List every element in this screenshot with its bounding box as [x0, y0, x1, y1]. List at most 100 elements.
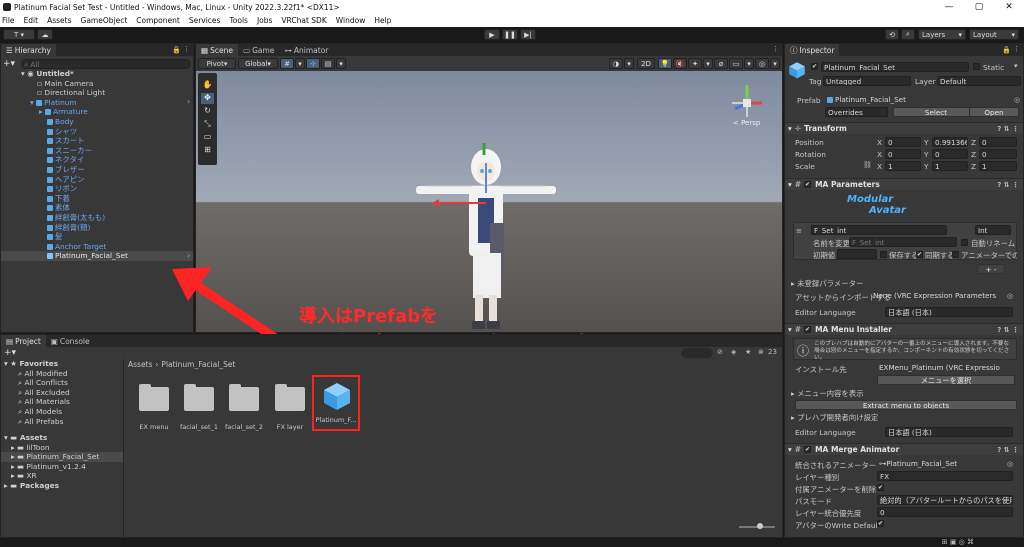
asset-folder[interactable]: ▸ ▬ Platinum_v1.2.4 [11, 462, 86, 472]
transform-header[interactable]: ▾ ✛ Transform ? ⇅ ⋮ [785, 122, 1023, 134]
menu-vrchat-sdk[interactable]: VRChat SDK [281, 16, 326, 25]
dev-settings-foldout[interactable]: ▸ プレハブ開発者向け設定 [791, 412, 878, 423]
component-menu-icon[interactable]: ? ⇅ ⋮ [997, 125, 1019, 133]
orientation-gizmo[interactable]: < Persp [721, 79, 773, 129]
assets-header[interactable]: ▾ ▬ Assets [4, 433, 47, 443]
initial-value-field[interactable] [837, 249, 877, 259]
hierarchy-search-input[interactable]: ⌕ All [21, 58, 191, 69]
gizmos-icon[interactable]: ◎ [755, 58, 769, 69]
delete-attached-checkbox[interactable]: ✔ [877, 484, 884, 491]
position-x-field[interactable]: 0 [885, 137, 921, 147]
component-menu-icon[interactable]: ? ⇅ ⋮ [997, 181, 1019, 189]
object-name-field[interactable]: Platinum_Facial_Set [821, 62, 969, 72]
scale-z-field[interactable]: 1 [979, 161, 1017, 171]
drag-handle-icon[interactable]: ≡ [796, 227, 802, 235]
layer-type-dropdown[interactable]: FX [877, 471, 1013, 481]
menu-file[interactable]: File [2, 16, 15, 25]
prefab-asset-tile[interactable]: Platinum_F... [312, 375, 360, 431]
lock-icon[interactable]: 🔒 [1002, 46, 1011, 54]
minimize-button[interactable]: — [934, 0, 964, 14]
tree-item[interactable]: 下着 [47, 194, 70, 204]
layout-dropdown[interactable]: Layout ▾ [969, 29, 1019, 40]
tab-game[interactable]: ▭ Game [237, 44, 280, 56]
tree-item[interactable]: スカート [47, 136, 85, 146]
component-enabled-checkbox[interactable]: ✔ [804, 326, 812, 333]
animator-only-checkbox[interactable] [952, 251, 959, 258]
breadcrumb-leaf[interactable]: Platinum_Facial_Set [161, 360, 235, 369]
tree-item[interactable]: ブレザー [47, 165, 85, 175]
close-button[interactable]: ✕ [994, 0, 1024, 14]
static-checkbox[interactable] [973, 63, 980, 70]
tree-item[interactable]: ネクタイ [47, 155, 84, 165]
zoom-slider-handle[interactable] [757, 523, 763, 529]
layer-dropdown[interactable]: Default [937, 76, 1021, 86]
component-menu-icon[interactable]: ? ⇅ ⋮ [997, 326, 1019, 334]
hand-tool-icon[interactable]: ✋ [201, 80, 214, 91]
tree-item[interactable]: 絆創膏(太もも) [47, 213, 105, 223]
increment-snap-icon[interactable]: ▤ [321, 58, 335, 69]
effects-icon[interactable]: ✦ [688, 58, 702, 69]
tree-item[interactable]: スニーカー [47, 146, 92, 156]
favorite-item[interactable]: ⌕ All Excluded [18, 388, 70, 398]
lock-icon[interactable]: 🔒 [172, 46, 181, 54]
tree-item[interactable]: ▾ Platinum [30, 98, 77, 108]
position-z-field[interactable]: 0 [979, 137, 1017, 147]
chevron-down-icon[interactable]: ▾ [703, 58, 713, 69]
component-enabled-checkbox[interactable]: ✔ [804, 446, 812, 453]
chevron-down-icon[interactable]: ▾ [1014, 62, 1018, 70]
menu-window[interactable]: Window [336, 16, 366, 25]
link-icon[interactable]: ⛓ [863, 161, 872, 169]
shading-mode-icon[interactable]: ◑ [609, 58, 623, 69]
tab-console[interactable]: ▣ Console [45, 335, 95, 347]
star-filter-icon[interactable]: ★ [745, 348, 751, 356]
favorite-filter-icon[interactable]: ⊘ [717, 348, 723, 356]
label-filter-icon[interactable]: ◈ [731, 348, 736, 356]
audio-icon[interactable]: 🔇 [673, 58, 687, 69]
move-tool-icon[interactable]: ✥ [201, 93, 214, 104]
unregistered-foldout[interactable]: ▸ 未登録パラメーター [791, 278, 863, 289]
hidden-packages-icon[interactable]: ⊗ [758, 348, 764, 356]
animator-field[interactable]: ⊶Platinum_Facial_Set [877, 459, 1005, 469]
tab-hierarchy[interactable]: ☰ Hierarchy [1, 44, 56, 56]
tree-item[interactable]: ▫ Main Camera [37, 79, 93, 89]
menu-tools[interactable]: Tools [229, 16, 247, 25]
favorite-item[interactable]: ⌕ All Prefabs [18, 417, 63, 427]
tag-dropdown[interactable]: Untagged [823, 76, 911, 86]
chevron-right-icon[interactable]: › [187, 97, 190, 106]
editor-language-dropdown[interactable]: 日本語 (日本) [885, 427, 1013, 437]
tree-item-selected[interactable]: Platinum_Facial_Set [47, 251, 128, 261]
target-icon[interactable]: ◎ [1014, 96, 1020, 104]
scene-root[interactable]: ▾ ◉ Untitled* [21, 69, 74, 79]
pause-button[interactable]: ❚❚ [502, 29, 518, 40]
menu-jobs[interactable]: Jobs [257, 16, 272, 25]
search-icon[interactable]: ⌕ [901, 29, 915, 40]
account-button[interactable]: T ▾ [3, 29, 35, 40]
asset-tile[interactable]: facial_set_1 [176, 383, 222, 431]
tab-inspector[interactable]: ⓘ Inspector [785, 44, 840, 56]
rotation-z-field[interactable]: 0 [979, 149, 1017, 159]
step-button[interactable]: ▶| [520, 29, 536, 40]
menu-assets[interactable]: Assets [47, 16, 71, 25]
auto-rename-checkbox[interactable] [961, 239, 968, 246]
visibility-icon[interactable]: ø [714, 58, 728, 69]
param-name-field[interactable]: F_Set_int [811, 225, 947, 235]
perspective-label[interactable]: < Persp [733, 119, 760, 127]
menu-services[interactable]: Services [189, 16, 221, 25]
ma-menu-installer-header[interactable]: ▾ # ✔ MA Menu Installer ? ⇅ ⋮ [785, 323, 1023, 335]
extract-menu-button[interactable]: Extract menu to objects [795, 400, 1017, 410]
favorite-item[interactable]: ⌕ All Models [18, 407, 62, 417]
more-icon[interactable]: ⋮ [183, 45, 190, 53]
transform-tool-icon[interactable]: ⊞ [201, 145, 214, 156]
import-field[interactable]: None (VRC Expression Parameters [871, 291, 1005, 301]
scale-tool-icon[interactable]: ⤡ [201, 119, 214, 130]
grid-icon[interactable]: # [280, 58, 294, 69]
add-remove-buttons[interactable]: + - [977, 264, 1005, 274]
menu-help[interactable]: Help [374, 16, 391, 25]
tab-scene[interactable]: ▦ Scene [196, 44, 238, 56]
ma-merge-animator-header[interactable]: ▾ # ✔ MA Merge Animator ? ⇅ ⋮ [785, 443, 1023, 455]
favorite-item[interactable]: ⌕ All Materials [18, 397, 70, 407]
chevron-down-icon[interactable]: ▾ [770, 58, 780, 69]
tree-item[interactable]: ▸ Armature [39, 107, 88, 117]
camera-icon[interactable]: ▭ [729, 58, 743, 69]
chevron-down-icon[interactable]: ▾ [295, 58, 305, 69]
